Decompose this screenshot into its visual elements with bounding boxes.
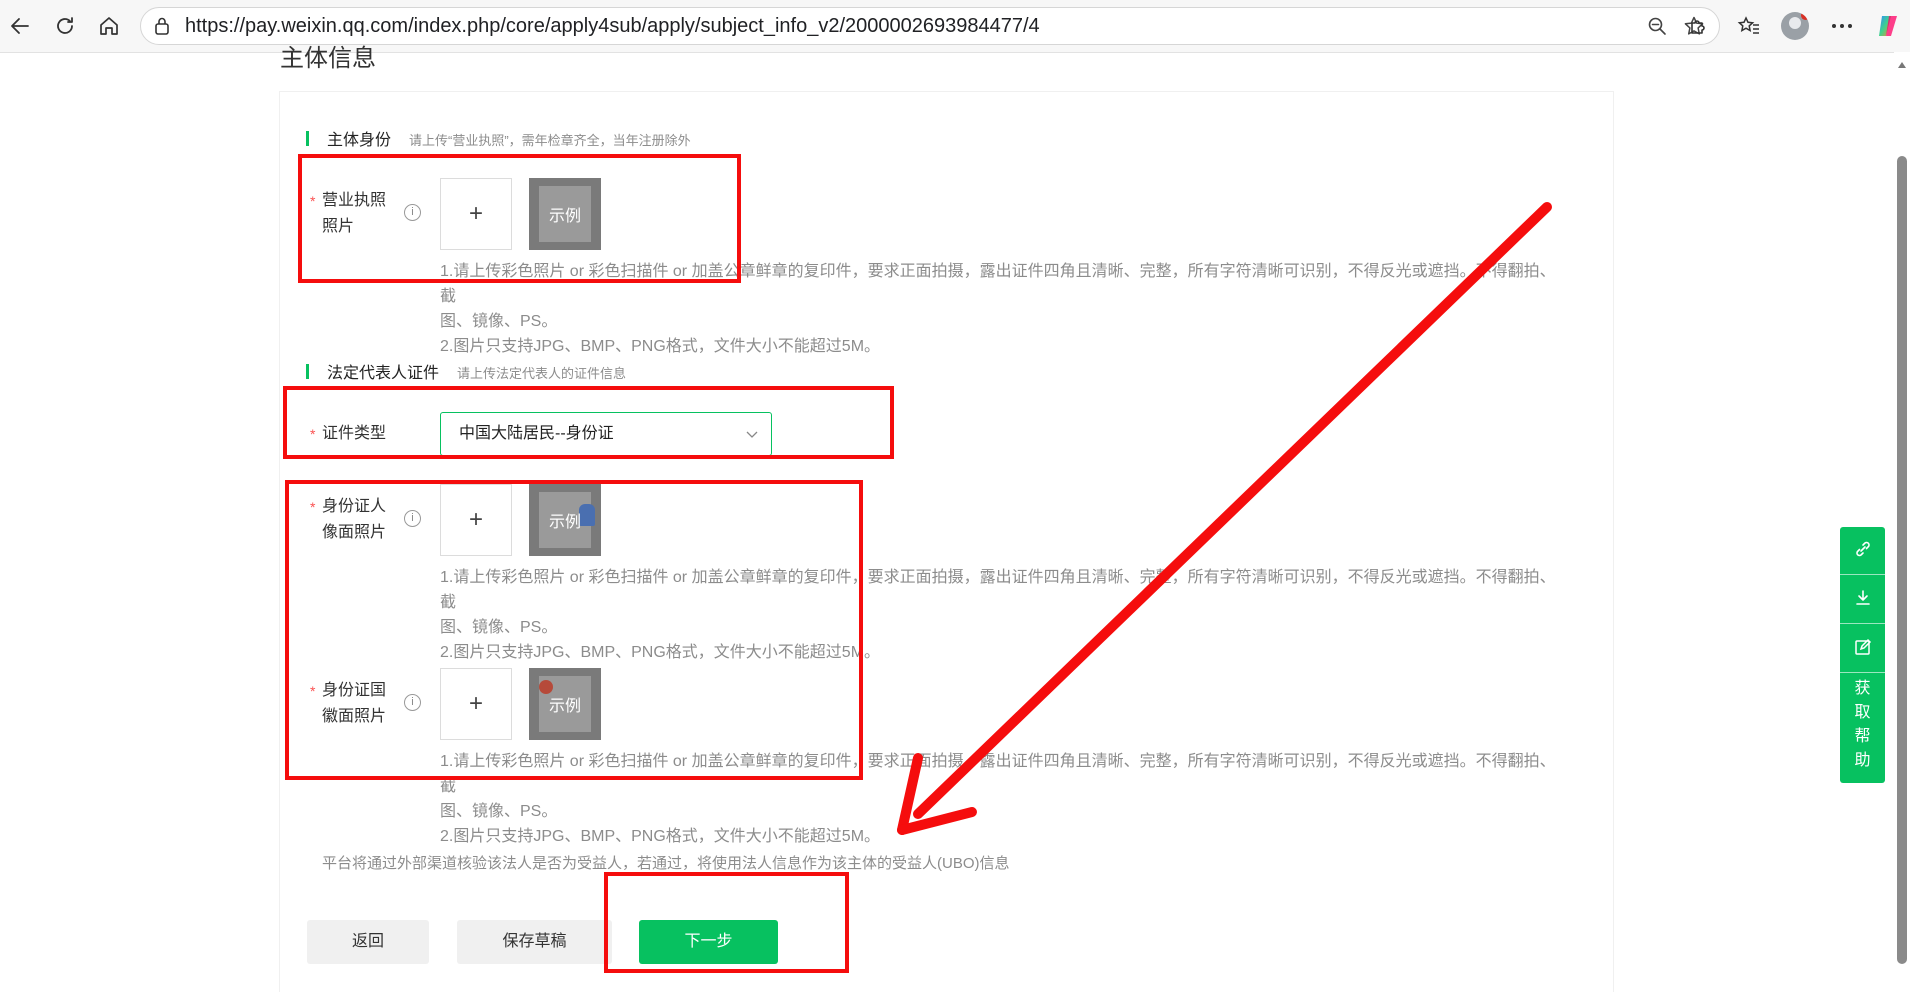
- download-icon[interactable]: [1840, 576, 1885, 620]
- help-char: 帮: [1854, 728, 1871, 745]
- back-button[interactable]: 返回: [307, 920, 429, 964]
- page-title: 主体信息: [280, 45, 376, 72]
- section-subject-desc: 请上传“营业执照”，需年检章齐全，当年注册除外: [409, 133, 691, 148]
- section-legal-title: 法定代表人证件: [327, 365, 440, 382]
- hint-line: 2.图片只支持JPG、BMP、PNG格式，文件大小不能超过5M。: [440, 338, 881, 355]
- divider: [1840, 574, 1885, 575]
- extensions-icon[interactable]: [1683, 10, 1715, 42]
- link-icon[interactable]: [1840, 527, 1885, 571]
- annotation-box: [604, 872, 849, 973]
- section-marker: [306, 363, 309, 379]
- copilot-icon[interactable]: [1872, 10, 1904, 42]
- section-subject-title: 主体身份: [327, 132, 392, 149]
- annotation-box: [298, 154, 741, 283]
- divider: [1840, 672, 1885, 673]
- annotation-box: [283, 386, 894, 459]
- hint-line: 2.图片只支持JPG、BMP、PNG格式，文件大小不能超过5M。: [440, 828, 881, 845]
- save-draft-button[interactable]: 保存草稿: [457, 920, 612, 964]
- help-char: 助: [1854, 752, 1871, 769]
- section-legal-header: 法定代表人证件 请上传法定代表人的证件信息: [306, 359, 626, 383]
- help-char: 获: [1854, 680, 1871, 697]
- reload-icon[interactable]: [49, 10, 81, 42]
- help-char: 取: [1854, 704, 1871, 721]
- section-marker: [306, 130, 309, 146]
- zoom-out-icon[interactable]: [1647, 16, 1667, 41]
- address-bar[interactable]: https://pay.weixin.qq.com/index.php/core…: [140, 7, 1720, 45]
- hint-line: 图、镜像、PS。: [440, 803, 558, 820]
- more-icon[interactable]: [1826, 10, 1858, 42]
- section-subject-header: 主体身份 请上传“营业执照”，需年检章齐全，当年注册除外: [306, 126, 691, 150]
- home-icon[interactable]: [93, 10, 125, 42]
- get-help-button[interactable]: 获 取 帮 助: [1840, 677, 1885, 773]
- scroll-up-arrow[interactable]: [1898, 62, 1906, 68]
- divider: [1840, 623, 1885, 624]
- help-float-widget: 获 取 帮 助: [1840, 527, 1885, 783]
- lock-icon[interactable]: [153, 16, 171, 41]
- section-legal-desc: 请上传法定代表人的证件信息: [457, 366, 627, 381]
- profile-avatar[interactable]: [1781, 12, 1809, 40]
- back-arrow-icon[interactable]: [4, 10, 36, 42]
- hint-line: 图、镜像、PS。: [440, 313, 558, 330]
- edit-icon[interactable]: [1840, 625, 1885, 669]
- ubo-note: 平台将通过外部渠道核验该法人是否为受益人，若通过，将使用法人信息作为该主体的受益…: [322, 855, 1010, 872]
- scrollbar-thumb[interactable]: [1897, 156, 1907, 964]
- annotation-box: [285, 480, 863, 780]
- favorites-icon[interactable]: [1733, 10, 1765, 42]
